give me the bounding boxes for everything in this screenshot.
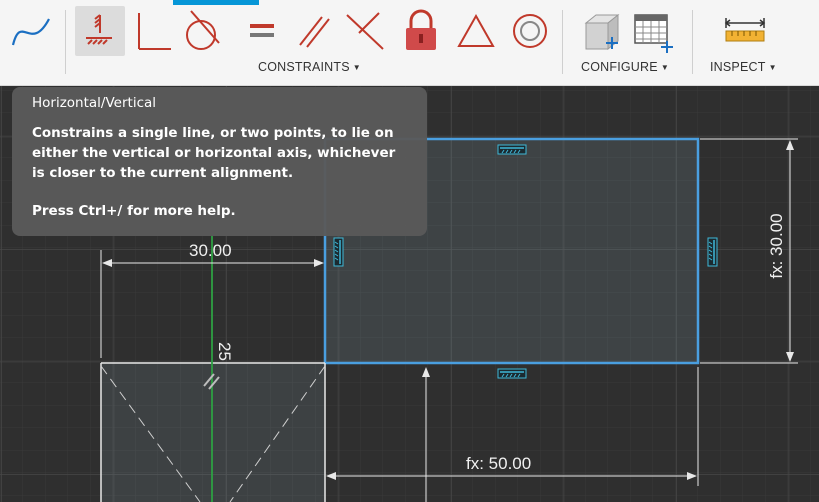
toolbar-separator (65, 10, 66, 74)
equal-icon[interactable] (237, 6, 287, 56)
caret-down-icon: ▼ (352, 62, 361, 72)
toolbar-separator (562, 10, 563, 74)
triangle-icon[interactable] (451, 6, 501, 56)
vertical-constraint-glyph-left[interactable] (333, 237, 344, 267)
caret-down-icon: ▼ (660, 62, 669, 72)
inspect-label: INSPECT (710, 60, 766, 74)
parallel-icon[interactable] (289, 6, 339, 56)
configure-label: CONFIGURE (581, 60, 658, 74)
toolbar: CONSTRAINTS ▼ CONFIGURE ▼ INSPECT ▼ (0, 0, 819, 86)
dimension-width-top-value[interactable]: 30.00 (189, 241, 232, 260)
tangent-icon[interactable] (176, 6, 226, 56)
collinear-icon[interactable] (340, 6, 390, 56)
dimension-height-right-value[interactable]: fx: 30.00 (767, 213, 786, 278)
perpendicular-icon[interactable] (126, 6, 176, 56)
configure-box-icon[interactable] (575, 6, 625, 56)
horizontal-constraint-glyph-top[interactable] (497, 144, 527, 155)
configure-table-icon[interactable] (627, 6, 677, 56)
dimension-vertical-small-value[interactable]: 25 (215, 342, 234, 361)
toolbar-separator (692, 10, 693, 74)
tooltip-title: Horizontal/Vertical (32, 95, 157, 111)
constraints-menu[interactable]: CONSTRAINTS ▼ (258, 60, 361, 74)
active-tab-indicator (173, 0, 259, 5)
configure-menu[interactable]: CONFIGURE ▼ (581, 60, 669, 74)
caret-down-icon: ▼ (768, 62, 777, 72)
inspect-menu[interactable]: INSPECT ▼ (710, 60, 777, 74)
constraints-label: CONSTRAINTS (258, 60, 350, 74)
horizontal-vertical-icon[interactable] (75, 6, 125, 56)
measure-icon[interactable] (720, 6, 770, 56)
vertical-constraint-glyph-right[interactable] (707, 237, 718, 267)
spline-icon[interactable] (6, 6, 56, 56)
tooltip-help: Press Ctrl+/ for more help. (32, 203, 236, 219)
dimension-width-bottom-value[interactable]: fx: 50.00 (466, 454, 531, 473)
concentric-icon[interactable] (505, 6, 555, 56)
tooltip: Horizontal/Vertical Constrains a single … (12, 87, 427, 236)
horizontal-constraint-glyph-bottom[interactable] (497, 368, 527, 379)
tooltip-body: Constrains a single line, or two points,… (32, 125, 396, 181)
fix-lock-icon[interactable] (396, 6, 446, 56)
